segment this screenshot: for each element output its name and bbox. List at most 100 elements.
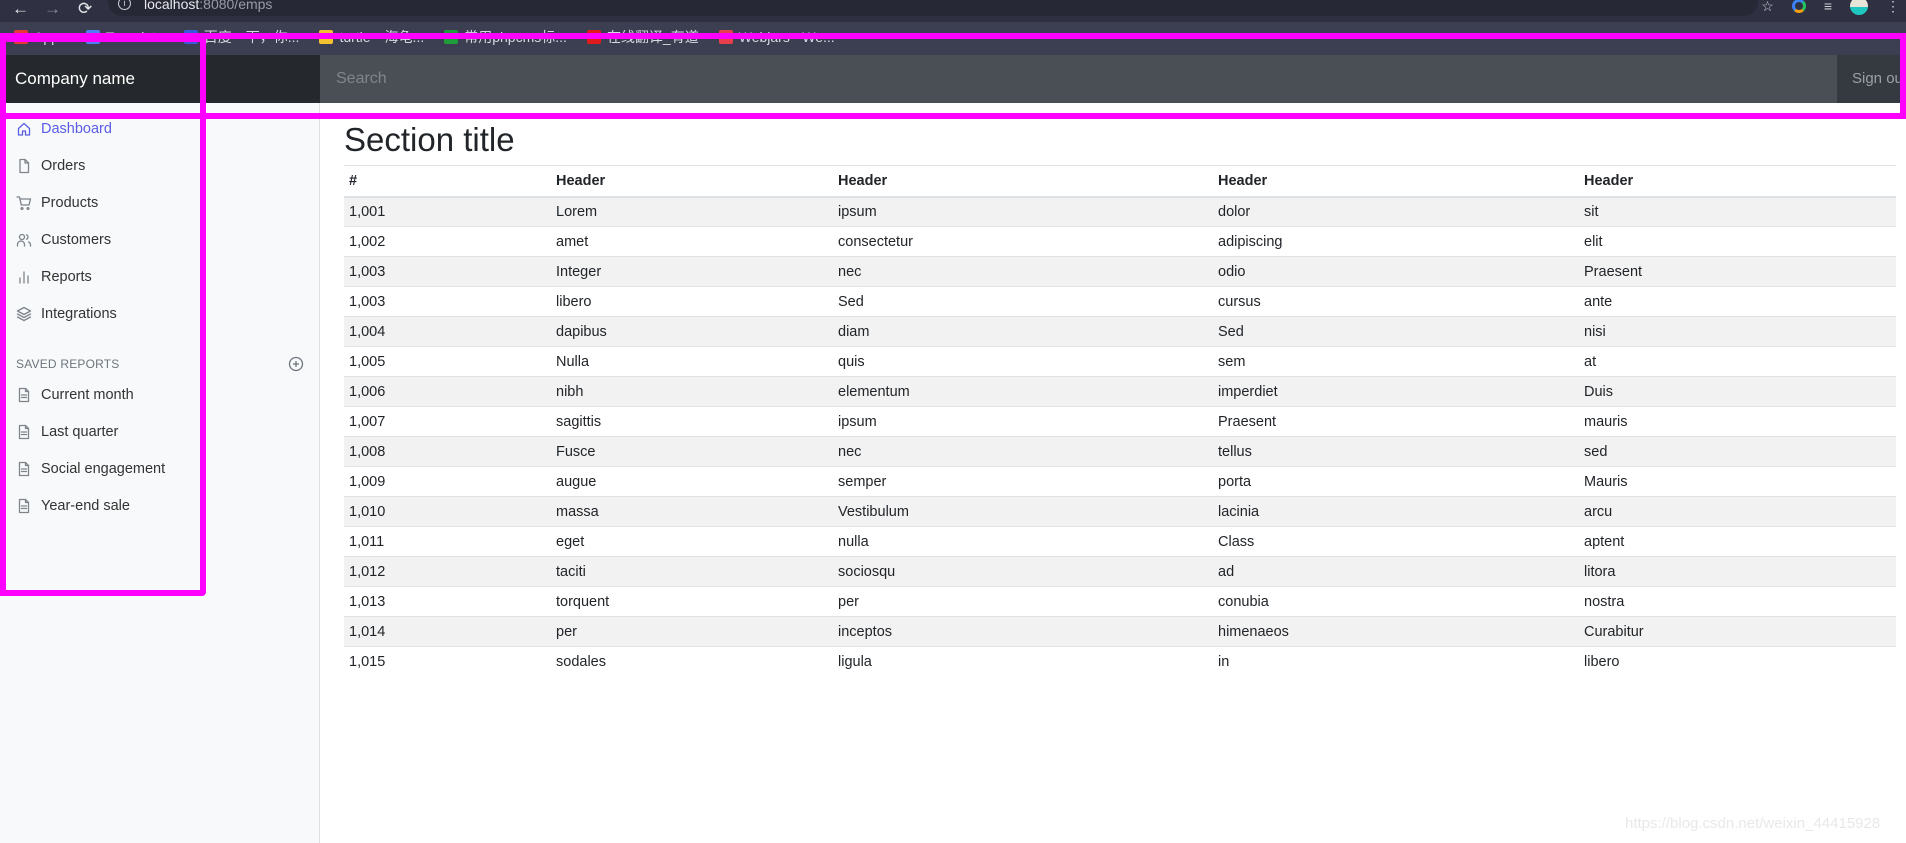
extension-icon[interactable] [1791,0,1806,13]
forward-button[interactable]: → [44,0,61,18]
saved-report-year-end-sale[interactable]: Year-end sale [0,487,320,524]
table-cell: 1,010 [344,496,551,527]
sidebar-item-reports[interactable]: Reports [0,258,320,295]
saved-reports-heading: SAVED REPORTS [16,357,120,371]
table-cell: consectetur [833,226,1213,257]
site-info-icon[interactable]: i [118,0,131,10]
add-report-icon[interactable] [288,356,304,372]
bookmark-favicon-icon [718,30,733,44]
sidebar-item-products[interactable]: Products [0,184,320,221]
bookmark-favicon-icon [319,30,334,44]
table-cell: adipiscing [1213,226,1579,257]
address-bar[interactable]: i localhost:8080/emps [108,0,1758,16]
table-cell: Praesent [1213,406,1579,437]
file-text-icon [16,387,32,403]
table-cell: nibh [551,376,833,407]
bookmark-label: Translate [105,29,164,45]
table-cell: aptent [1579,526,1896,557]
table-cell: elementum [833,376,1213,407]
table-cell: arcu [1579,496,1896,527]
sidebar-item-customers[interactable]: Customers [0,221,320,258]
table-cell: mauris [1579,406,1896,437]
table-cell: 1,002 [344,226,551,257]
table-cell: nulla [833,526,1213,557]
table-header-row: # Header Header Header Header [344,165,1896,198]
reload-button[interactable]: ⟳ [78,0,92,18]
table-cell: ligula [833,646,1213,677]
table-cell: Nulla [551,346,833,377]
table-cell: elit [1579,226,1896,257]
table-cell: Curabitur [1579,616,1896,647]
table-row: 1,010 massa Vestibulum lacinia arcu [344,496,1896,527]
watermark: https://blog.csdn.net/weixin_44415928 [1625,815,1881,832]
media-control-icon[interactable]: ≡ [1824,0,1832,14]
table-cell: conubia [1213,586,1579,617]
menu-icon[interactable]: ⋮ [1886,0,1900,15]
table-cell: quis [833,346,1213,377]
sidebar-item-label: Integrations [41,305,117,322]
sidebar-item-label: Last quarter [41,423,119,440]
table-cell: sed [1579,436,1896,467]
table-cell: 1,015 [344,646,551,677]
bookmark-item[interactable]: 在线翻译_有道 [586,27,699,47]
top-navbar: Company name Sign out [0,55,1906,103]
bookmark-item[interactable]: 百度一下，你... [183,27,299,47]
saved-report-last-quarter[interactable]: Last quarter [0,413,320,450]
sidebar-item-label: Products [41,194,99,211]
sidebar-item-integrations[interactable]: Integrations [0,295,320,332]
sidebar-item-label: Customers [41,231,112,248]
table-cell: sodales [551,646,833,677]
table-cell: ipsum [833,406,1213,437]
section-title: Section title [344,121,515,158]
table-cell: amet [551,226,833,257]
bar-chart-icon [16,269,32,285]
table-cell: Praesent [1579,256,1896,287]
table-cell: in [1213,646,1579,677]
bookmark-favicon-icon [14,30,28,44]
users-icon [16,232,32,248]
saved-report-social-engagement[interactable]: Social engagement [0,450,320,487]
table-row: 1,008 Fusce nec tellus sed [344,436,1896,467]
bookmark-label: Apps [34,29,66,45]
table-row: 1,003 libero Sed cursus ante [344,286,1896,317]
table-cell: 1,005 [344,346,551,377]
table-cell: Duis [1579,376,1896,407]
bookmark-item[interactable]: Translate [85,29,164,45]
bookmark-label: 在线翻译_有道 [606,29,699,45]
bookmark-item[interactable]: turtle—海龟... [319,27,424,47]
table-cell: per [833,586,1213,617]
table-row: 1,009 augue semper porta Mauris [344,466,1896,497]
brand-link[interactable]: Company name [0,55,320,103]
table-cell: 1,011 [344,526,551,557]
bookmark-item[interactable]: 常用phpcms标... [444,27,567,47]
home-icon [16,121,32,137]
bookmark-star-icon[interactable]: ☆ [1761,0,1774,15]
bookmark-favicon-icon [85,30,100,44]
shopping-cart-icon [16,195,32,211]
bookmark-item[interactable]: Webjars - We... [718,29,835,45]
sidebar-item-label: Orders [41,157,86,174]
sidebar-item-label: Current month [41,386,134,403]
sidebar-item-orders[interactable]: Orders [0,147,320,184]
table-cell: 1,003 [344,286,551,317]
table-cell: Fusce [551,436,833,467]
sidebar-item-dashboard[interactable]: Dashboard [0,110,320,147]
table-cell: cursus [1213,286,1579,317]
back-button[interactable]: ← [12,0,29,18]
bookmark-item[interactable]: Apps [14,29,66,45]
table-cell: torquent [551,586,833,617]
bookmark-favicon-icon [444,30,459,44]
sign-out-link[interactable]: Sign out [1837,55,1906,103]
table-cell: dapibus [551,316,833,347]
table-cell: augue [551,466,833,497]
table-cell: Mauris [1579,466,1896,497]
column-header: # [344,165,551,198]
table-cell: Sed [833,286,1213,317]
table-cell: 1,003 [344,256,551,287]
layers-icon [16,306,32,322]
table-cell: lacinia [1213,496,1579,527]
saved-report-current-month[interactable]: Current month [0,376,320,413]
bookmark-label: turtle—海龟... [339,29,425,45]
profile-avatar[interactable] [1850,0,1868,15]
search-input[interactable] [320,55,1837,103]
